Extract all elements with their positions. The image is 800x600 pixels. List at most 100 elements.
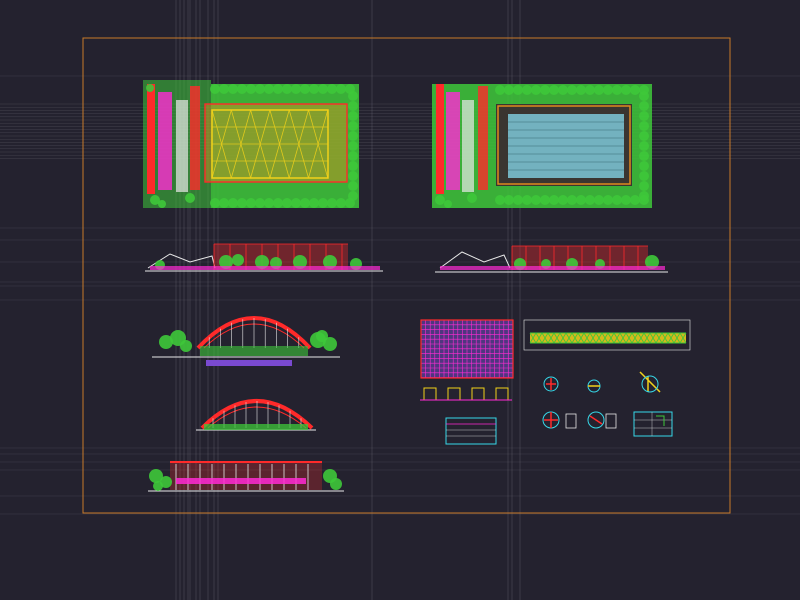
tree-canopy [273, 84, 283, 94]
floor-plan-structure[interactable] [143, 80, 359, 208]
tree-canopy [255, 84, 265, 94]
tree-canopy [504, 195, 514, 205]
tree-canopy [327, 84, 337, 94]
tree-canopy [330, 478, 342, 490]
tree-canopy [153, 481, 163, 491]
tree-canopy [513, 85, 523, 95]
tree-canopy [210, 198, 220, 208]
side-elevation-bottom[interactable] [148, 461, 344, 492]
tree-canopy [612, 85, 622, 95]
tree-canopy [576, 195, 586, 205]
tree-canopy [531, 85, 541, 95]
tree-canopy [639, 111, 649, 121]
tree-canopy [621, 85, 631, 95]
tree-canopy [630, 195, 640, 205]
roof-grid-lines [420, 319, 513, 378]
tree-canopy [612, 195, 622, 205]
tree-canopy [639, 181, 649, 191]
tree-canopy [348, 141, 358, 151]
tree-canopy [495, 85, 505, 95]
tree-canopy [603, 85, 613, 95]
floor-plan-pool[interactable] [432, 84, 652, 208]
tree-canopy [348, 161, 358, 171]
tree-canopy [291, 84, 301, 94]
tree-canopy [639, 171, 649, 181]
tree-canopy [603, 195, 613, 205]
tree-canopy [158, 200, 166, 208]
tree-canopy [336, 84, 346, 94]
tree-canopy [246, 84, 256, 94]
tree-canopy [531, 195, 541, 205]
tree-canopy [309, 84, 319, 94]
tree-canopy [435, 195, 445, 205]
tree-canopy [467, 193, 477, 203]
tree-canopy [639, 91, 649, 101]
tree-canopy [639, 121, 649, 131]
tree-canopy [540, 195, 550, 205]
tree-canopy [558, 85, 568, 95]
tree-canopy [327, 198, 337, 208]
tree-canopy [273, 198, 283, 208]
tree-canopy [336, 198, 346, 208]
tree-canopy [549, 85, 559, 95]
tree-canopy [504, 85, 514, 95]
tree-canopy [594, 195, 604, 205]
tree-canopy [495, 195, 505, 205]
tree-canopy [255, 198, 265, 208]
tree-canopy [300, 84, 310, 94]
tree-canopy [228, 84, 238, 94]
tree-canopy [348, 151, 358, 161]
tree-canopy [348, 91, 358, 101]
tree-canopy [237, 84, 247, 94]
tree-canopy [585, 195, 595, 205]
tree-canopy [318, 198, 328, 208]
tree-canopy [219, 84, 229, 94]
tree-canopy [639, 131, 649, 141]
tree-canopy [348, 121, 358, 131]
tree-canopy [228, 198, 238, 208]
tree-canopy [639, 141, 649, 151]
tree-canopy [348, 181, 358, 191]
tree-canopy [282, 198, 292, 208]
cad-drawing-canvas[interactable] [0, 0, 800, 600]
tree-canopy [630, 85, 640, 95]
tree-canopy [237, 198, 247, 208]
tree-canopy [309, 198, 319, 208]
tree-canopy [348, 171, 358, 181]
tree-canopy [540, 85, 550, 95]
tree-canopy [585, 85, 595, 95]
tree-canopy [232, 254, 244, 266]
tree-canopy [291, 198, 301, 208]
tree-canopy [513, 195, 523, 205]
tree-canopy [348, 111, 358, 121]
tree-canopy [576, 85, 586, 95]
tree-canopy [549, 195, 559, 205]
tree-canopy [348, 131, 358, 141]
tree-canopy [348, 191, 358, 201]
tree-canopy [180, 340, 192, 352]
tree-canopy [210, 84, 220, 94]
tree-canopy [348, 101, 358, 111]
tree-canopy [567, 195, 577, 205]
tree-canopy [264, 84, 274, 94]
tree-canopy [219, 198, 229, 208]
tree-canopy [300, 198, 310, 208]
tree-canopy [639, 101, 649, 111]
tree-canopy [639, 161, 649, 171]
tree-canopy [522, 85, 532, 95]
tree-canopy [282, 84, 292, 94]
tree-canopy [594, 85, 604, 95]
tree-canopy [621, 195, 631, 205]
tree-canopy [185, 193, 195, 203]
tree-canopy [522, 195, 532, 205]
tree-canopy [318, 84, 328, 94]
tree-canopy [558, 195, 568, 205]
tree-canopy [316, 330, 328, 342]
tree-canopy [146, 84, 154, 92]
tree-canopy [264, 198, 274, 208]
tree-canopy [639, 191, 649, 201]
tree-canopy [444, 200, 452, 208]
tree-canopy [639, 151, 649, 161]
tree-canopy [567, 85, 577, 95]
tree-canopy [246, 198, 256, 208]
